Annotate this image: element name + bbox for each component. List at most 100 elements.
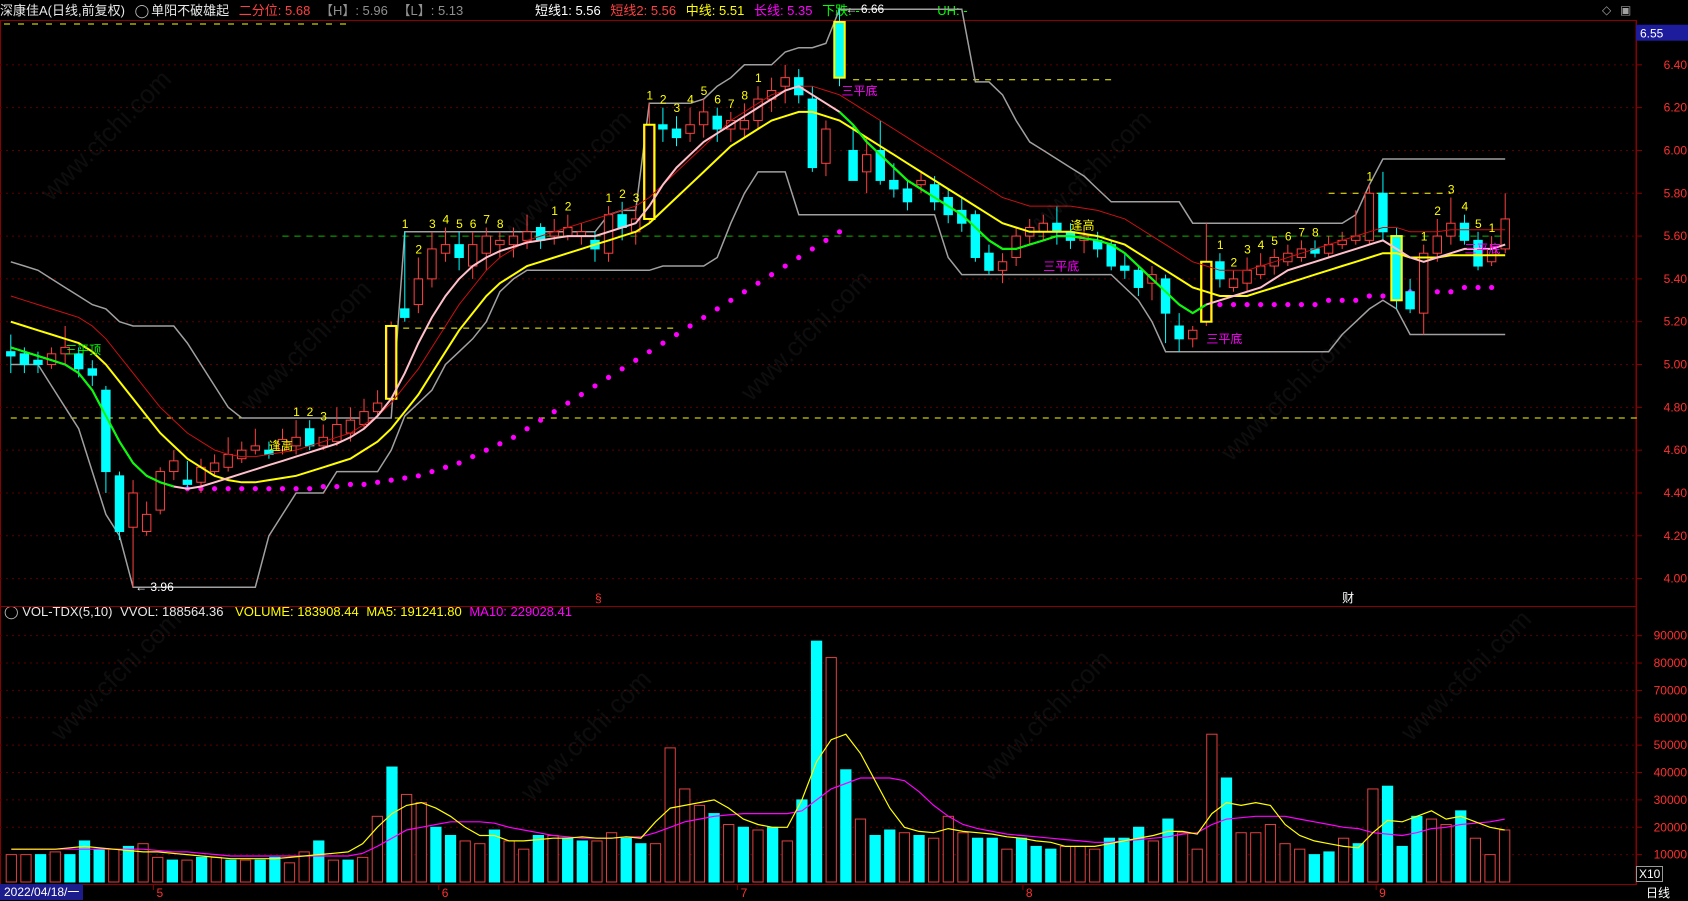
volume-bar[interactable] bbox=[181, 859, 193, 883]
volume-bar[interactable] bbox=[1147, 840, 1159, 883]
volume-bar[interactable] bbox=[152, 856, 164, 883]
candle[interactable] bbox=[1283, 244, 1293, 267]
candle[interactable] bbox=[576, 223, 587, 245]
volume-bar[interactable] bbox=[1294, 848, 1306, 883]
volume-bars[interactable] bbox=[5, 640, 1511, 883]
candle[interactable] bbox=[1351, 210, 1361, 245]
volume-bar[interactable] bbox=[737, 826, 749, 883]
scale-button[interactable]: X10 bbox=[1636, 866, 1664, 882]
candle[interactable] bbox=[155, 467, 165, 515]
volume-bar[interactable] bbox=[1030, 845, 1042, 883]
volume-bar[interactable] bbox=[986, 837, 998, 883]
candle[interactable] bbox=[1378, 171, 1388, 241]
candle[interactable] bbox=[114, 471, 125, 541]
volume-bar[interactable] bbox=[547, 834, 559, 883]
volume-bar[interactable] bbox=[371, 815, 383, 883]
volume-bar[interactable] bbox=[283, 862, 296, 883]
candle[interactable] bbox=[807, 86, 818, 172]
candle[interactable] bbox=[984, 244, 994, 275]
volume-bar[interactable] bbox=[825, 657, 837, 883]
period-button[interactable]: 日线 bbox=[1646, 884, 1670, 901]
volume-bar[interactable] bbox=[1455, 810, 1467, 883]
volume-bar[interactable] bbox=[1133, 826, 1145, 883]
volume-bar[interactable] bbox=[386, 766, 398, 883]
volume-bar[interactable] bbox=[518, 848, 530, 883]
volume-bar[interactable] bbox=[1045, 848, 1057, 883]
volume-bar[interactable] bbox=[649, 843, 662, 883]
candle[interactable] bbox=[739, 103, 750, 138]
candle[interactable] bbox=[685, 107, 695, 142]
volume-bar[interactable] bbox=[884, 829, 896, 883]
candle[interactable] bbox=[902, 180, 913, 211]
volume-bar[interactable] bbox=[576, 840, 588, 883]
volume-bar[interactable] bbox=[1206, 733, 1218, 883]
volume-bar[interactable] bbox=[1367, 788, 1379, 883]
volume-bar[interactable] bbox=[869, 834, 881, 883]
candle[interactable] bbox=[427, 231, 437, 288]
volume-bar[interactable] bbox=[898, 832, 911, 883]
volume-bar[interactable] bbox=[1396, 845, 1408, 883]
candle[interactable] bbox=[1405, 278, 1415, 314]
volume-bar[interactable] bbox=[1001, 848, 1013, 883]
volume-bar[interactable] bbox=[796, 799, 808, 883]
volume-bar[interactable] bbox=[957, 832, 969, 883]
volume-bar[interactable] bbox=[854, 818, 867, 883]
candle[interactable] bbox=[1133, 266, 1144, 297]
candle[interactable] bbox=[250, 428, 261, 455]
volume-bar[interactable] bbox=[1015, 837, 1028, 883]
volume-bar[interactable] bbox=[239, 859, 252, 883]
volume-bar[interactable] bbox=[1338, 837, 1350, 883]
volume-bar[interactable] bbox=[591, 840, 603, 883]
candle[interactable] bbox=[6, 334, 16, 374]
volume-bar[interactable] bbox=[444, 834, 457, 883]
candle[interactable] bbox=[237, 441, 247, 463]
candle[interactable] bbox=[209, 454, 220, 476]
volume-bar[interactable] bbox=[942, 815, 954, 883]
candle[interactable] bbox=[101, 385, 111, 493]
candle[interactable] bbox=[128, 480, 138, 588]
volume-bar[interactable] bbox=[1118, 837, 1130, 883]
volume-bar[interactable] bbox=[693, 804, 706, 883]
volume-bar[interactable] bbox=[254, 859, 266, 883]
volume-bar[interactable] bbox=[327, 859, 340, 883]
candle[interactable] bbox=[386, 321, 396, 400]
volume-bar[interactable] bbox=[664, 747, 676, 883]
volume-bar[interactable] bbox=[269, 856, 281, 883]
volume-bar[interactable] bbox=[1250, 832, 1262, 883]
volume-bar[interactable] bbox=[49, 851, 61, 883]
candle[interactable] bbox=[1323, 236, 1334, 258]
volume-bar[interactable] bbox=[752, 829, 764, 883]
candle[interactable] bbox=[1242, 257, 1252, 292]
volume-bar[interactable] bbox=[781, 840, 793, 883]
candle[interactable] bbox=[46, 347, 57, 369]
candle[interactable] bbox=[454, 231, 464, 271]
volume-bar[interactable] bbox=[1279, 843, 1291, 883]
volume-bar[interactable] bbox=[1323, 851, 1335, 883]
candle[interactable] bbox=[1391, 227, 1402, 309]
volume-bar[interactable] bbox=[313, 840, 325, 883]
candle[interactable] bbox=[1011, 227, 1021, 267]
volume-bar[interactable] bbox=[1176, 832, 1189, 883]
volume-bar[interactable] bbox=[620, 837, 632, 883]
volume-bar[interactable] bbox=[503, 840, 515, 883]
candles[interactable] bbox=[6, 9, 1510, 588]
volume-bar[interactable] bbox=[1074, 845, 1086, 883]
volume-bar[interactable] bbox=[1352, 843, 1364, 883]
volume-bar[interactable] bbox=[1220, 777, 1233, 883]
volume-bar[interactable] bbox=[459, 840, 471, 883]
volume-bar[interactable] bbox=[430, 826, 442, 883]
candle[interactable] bbox=[658, 107, 668, 142]
candle[interactable] bbox=[413, 257, 424, 314]
volume-bar[interactable] bbox=[723, 824, 735, 883]
candle[interactable] bbox=[997, 253, 1008, 284]
candle[interactable] bbox=[87, 360, 98, 386]
volume-bar[interactable] bbox=[122, 845, 135, 883]
volume-bar[interactable] bbox=[64, 854, 76, 883]
volume-bar[interactable] bbox=[1308, 854, 1320, 883]
candle[interactable] bbox=[780, 64, 790, 104]
candle[interactable] bbox=[481, 227, 491, 271]
volume-bar[interactable] bbox=[1440, 824, 1452, 883]
candle[interactable] bbox=[671, 116, 682, 147]
candle[interactable] bbox=[467, 231, 478, 279]
candle[interactable] bbox=[1296, 240, 1307, 262]
